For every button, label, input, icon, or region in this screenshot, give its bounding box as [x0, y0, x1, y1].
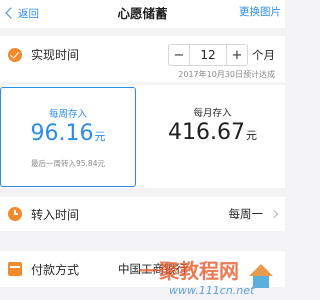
payment-method-label: 付款方式 [31, 262, 80, 277]
transfer-time-row[interactable]: 转入时间 每周一 [0, 197, 285, 231]
weekly-amount-value: 96.16 [30, 121, 94, 146]
weekly-amount: 96.16元 [1, 121, 135, 146]
month-stepper: − 12 + [168, 44, 248, 66]
weekly-note: 最后一周转入95.84元 [31, 159, 105, 168]
monthly-currency: 元 [245, 129, 257, 142]
weekly-currency: 元 [94, 130, 106, 143]
monthly-option-card[interactable]: 每月存入 416.67元 [140, 87, 285, 187]
transfer-time-value-group: 每周一 [228, 206, 279, 222]
clock-icon [8, 207, 22, 221]
eta-text: 2017年10月30日预计达成 [178, 70, 275, 79]
weekly-option-card[interactable]: 每周存入 96.16元 最后一周转入95.84元 [0, 87, 136, 187]
payment-method-value: 中国工商银行 [118, 262, 187, 276]
check-icon [8, 47, 22, 62]
chevron-right-icon [269, 209, 279, 219]
transfer-time-label: 转入时间 [31, 207, 80, 222]
increment-button[interactable]: + [227, 45, 247, 65]
card-icon [8, 262, 22, 276]
nav-bar: 返回 心愿储蓄 更换图片 [0, 0, 285, 28]
weekly-label: 每周存入 [48, 109, 87, 120]
monthly-amount: 416.67元 [140, 120, 285, 145]
goal-time-label: 实现时间 [31, 48, 80, 62]
saving-options: 每周存入 96.16元 最后一周转入95.84元 每月存入 416.67元 [0, 85, 285, 188]
change-image-button[interactable]: 更换图片 [239, 4, 281, 19]
monthly-amount-value: 416.67 [168, 120, 245, 145]
goal-time-section: 实现时间 − 12 + 个月 2017年10月30日预计达成 [0, 36, 285, 82]
transfer-time-value: 每周一 [228, 207, 264, 221]
payment-method-row[interactable]: 付款方式 中国工商银行 [0, 251, 285, 287]
month-value[interactable]: 12 [189, 45, 227, 65]
decrement-button[interactable]: − [169, 45, 189, 65]
monthly-label: 每月存入 [193, 108, 232, 119]
month-unit: 个月 [252, 48, 275, 62]
